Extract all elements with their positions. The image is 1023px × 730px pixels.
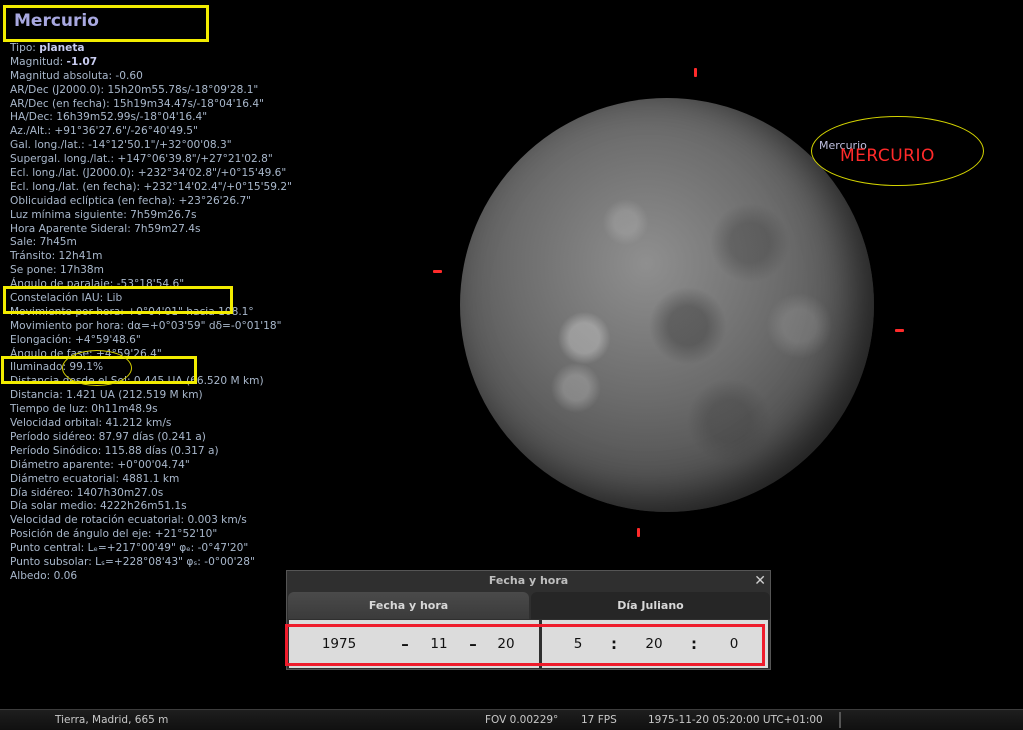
info-line: Luz mínima siguiente: 7h59m26.7s xyxy=(10,209,292,223)
dialog-title: Fecha y hora xyxy=(488,574,569,587)
info-line: Magnitud: -1.07 xyxy=(10,56,292,70)
info-line-label: Magnitud absoluta: -0.60 xyxy=(10,69,143,82)
info-line: Tipo: planeta xyxy=(10,42,292,56)
pointer-marker-top xyxy=(694,68,697,77)
info-line-label: Velocidad orbital: 41.212 km/s xyxy=(10,417,172,430)
info-line: Período sidéreo: 87.97 días (0.241 a) xyxy=(10,431,292,445)
info-line-label: Día solar medio: 4222h26m51.1s xyxy=(10,500,187,513)
info-line: Período Sinódico: 115.88 días (0.317 a) xyxy=(10,445,292,459)
close-icon[interactable]: ✕ xyxy=(754,572,766,590)
info-line-label: Distancia: 1.421 UA (212.519 M km) xyxy=(10,389,203,402)
tab-date-time[interactable]: Fecha y hora xyxy=(288,592,529,619)
info-line: Se pone: 17h38m xyxy=(10,264,292,278)
info-line-label: Sale: 7h45m xyxy=(10,236,77,249)
info-line-label: Ecl. long./lat. (en fecha): +232°14'02.4… xyxy=(10,180,292,193)
info-line: Albedo: 0.06 xyxy=(10,570,292,584)
info-line-label: Punto central: Lₑ=+217°00'49" φₑ: -0°47'… xyxy=(10,542,249,555)
status-bar-divider xyxy=(839,712,841,728)
info-line-label: Se pone: 17h38m xyxy=(10,264,104,277)
location-readout[interactable]: Tierra, Madrid, 665 m xyxy=(55,710,168,730)
fps-readout: 17 FPS xyxy=(581,714,617,726)
planet-annotation-label: MERCURIO xyxy=(840,146,935,166)
pointer-marker-right xyxy=(895,329,904,332)
info-line: Supergal. long./lat.: +147°06'39.8"/+27°… xyxy=(10,153,292,167)
info-line-label: Diámetro ecuatorial: 4881.1 km xyxy=(10,472,180,485)
info-line-label: AR/Dec (en fecha): 15h19m34.47s/-18°04'1… xyxy=(10,97,264,110)
info-line: Oblicuidad eclíptica (en fecha): +23°26'… xyxy=(10,195,292,209)
info-line-label: Tiempo de luz: 0h11m48.9s xyxy=(10,403,158,416)
info-line-label: Período sidéreo: 87.97 días (0.241 a) xyxy=(10,430,206,443)
info-line-label: Período Sinódico: 115.88 días (0.317 a) xyxy=(10,444,219,457)
info-line-label: Día sidéreo: 1407h30m27.0s xyxy=(10,486,164,499)
info-line-label: Diámetro aparente: +0°00'04.74" xyxy=(10,458,190,471)
info-line: Punto subsolar: Lₛ=+228°08'43" φₛ: -0°00… xyxy=(10,556,292,570)
info-line-label: Oblicuidad eclíptica (en fecha): +23°26'… xyxy=(10,194,252,207)
info-line-label: Posición de ángulo del eje: +21°52'10" xyxy=(10,528,218,541)
pointer-marker-left xyxy=(433,270,442,273)
info-line: Día sidéreo: 1407h30m27.0s xyxy=(10,487,292,501)
info-line-label: Tipo: xyxy=(10,42,40,54)
highlight-constellation-box xyxy=(3,286,233,314)
info-line-label: Magnitud: xyxy=(10,55,67,68)
pointer-marker-bottom xyxy=(637,528,640,537)
highlight-date-time-box xyxy=(285,624,765,666)
info-line-label: Hora Aparente Sideral: 7h59m27.4s xyxy=(10,222,201,235)
info-line-label: Tránsito: 12h41m xyxy=(10,250,103,263)
mercury-planet-disc[interactable] xyxy=(460,98,874,512)
info-line: Ecl. long./lat. (J2000.0): +232°34'02.8"… xyxy=(10,167,292,181)
info-line-label: Albedo: 0.06 xyxy=(10,569,78,582)
info-line-label: Punto subsolar: Lₛ=+228°08'43" φₛ: -0°00… xyxy=(10,555,255,568)
info-line: Tiempo de luz: 0h11m48.9s xyxy=(10,403,292,417)
info-line: Distancia: 1.421 UA (212.519 M km) xyxy=(10,389,292,403)
info-line-label: Supergal. long./lat.: +147°06'39.8"/+27°… xyxy=(10,153,273,166)
info-line-label: Az./Alt.: +91°36'27.6"/-26°40'49.5" xyxy=(10,125,198,138)
info-line: Hora Aparente Sideral: 7h59m27.4s xyxy=(10,223,292,237)
info-line: Punto central: Lₑ=+217°00'49" φₑ: -0°47'… xyxy=(10,542,292,556)
status-bar: Tierra, Madrid, 665 m FOV 0.00229° 17 FP… xyxy=(0,709,1023,730)
info-line: AR/Dec (en fecha): 15h19m34.47s/-18°04'1… xyxy=(10,98,292,112)
info-line-label: Ecl. long./lat. (J2000.0): +232°34'02.8"… xyxy=(10,167,287,180)
info-line-label: Elongación: +4°59'48.6" xyxy=(10,333,141,346)
highlight-title-box xyxy=(3,5,209,42)
info-line: HA/Dec: 16h39m52.99s/-18°04'16.4" xyxy=(10,111,292,125)
datetime-readout[interactable]: 1975-11-20 05:20:00 UTC+01:00 xyxy=(648,710,823,730)
info-line-label: HA/Dec: 16h39m52.99s/-18°04'16.4" xyxy=(10,111,208,124)
info-line: Magnitud absoluta: -0.60 xyxy=(10,70,292,84)
info-line: Ecl. long./lat. (en fecha): +232°14'02.4… xyxy=(10,181,292,195)
info-line-value: planeta xyxy=(39,42,85,54)
info-line: Movimiento por hora: dα=+0°03'59" dδ=-0°… xyxy=(10,320,292,334)
info-line: AR/Dec (J2000.0): 15h20m55.78s/-18°09'28… xyxy=(10,84,292,98)
info-line: Día solar medio: 4222h26m51.1s xyxy=(10,500,292,514)
info-line-label: Gal. long./lat.: -14°12'50.1"/+32°00'08.… xyxy=(10,139,232,152)
info-line: Posición de ángulo del eje: +21°52'10" xyxy=(10,528,292,542)
fov-readout: FOV 0.00229° xyxy=(485,714,559,726)
info-line: Gal. long./lat.: -14°12'50.1"/+32°00'08.… xyxy=(10,139,292,153)
tab-julian-day[interactable]: Día Juliano xyxy=(531,592,770,619)
info-line-label: Movimiento por hora: dα=+0°03'59" dδ=-0°… xyxy=(10,319,282,332)
info-line: Elongación: +4°59'48.6" xyxy=(10,334,292,348)
info-line: Az./Alt.: +91°36'27.6"/-26°40'49.5" xyxy=(10,125,292,139)
info-line: Velocidad de rotación ecuatorial: 0.003 … xyxy=(10,514,292,528)
info-line: Tránsito: 12h41m xyxy=(10,250,292,264)
info-line: Velocidad orbital: 41.212 km/s xyxy=(10,417,292,431)
highlight-illuminated-circle xyxy=(62,350,132,386)
info-line-value: -1.07 xyxy=(66,55,98,68)
info-line-label: AR/Dec (J2000.0): 15h20m55.78s/-18°09'28… xyxy=(10,83,259,96)
info-line-label: Luz mínima siguiente: 7h59m26.7s xyxy=(10,208,197,221)
info-line: Diámetro ecuatorial: 4881.1 km xyxy=(10,473,292,487)
info-line: Sale: 7h45m xyxy=(10,236,292,250)
info-line-label: Velocidad de rotación ecuatorial: 0.003 … xyxy=(10,514,247,527)
info-line: Diámetro aparente: +0°00'04.74" xyxy=(10,459,292,473)
